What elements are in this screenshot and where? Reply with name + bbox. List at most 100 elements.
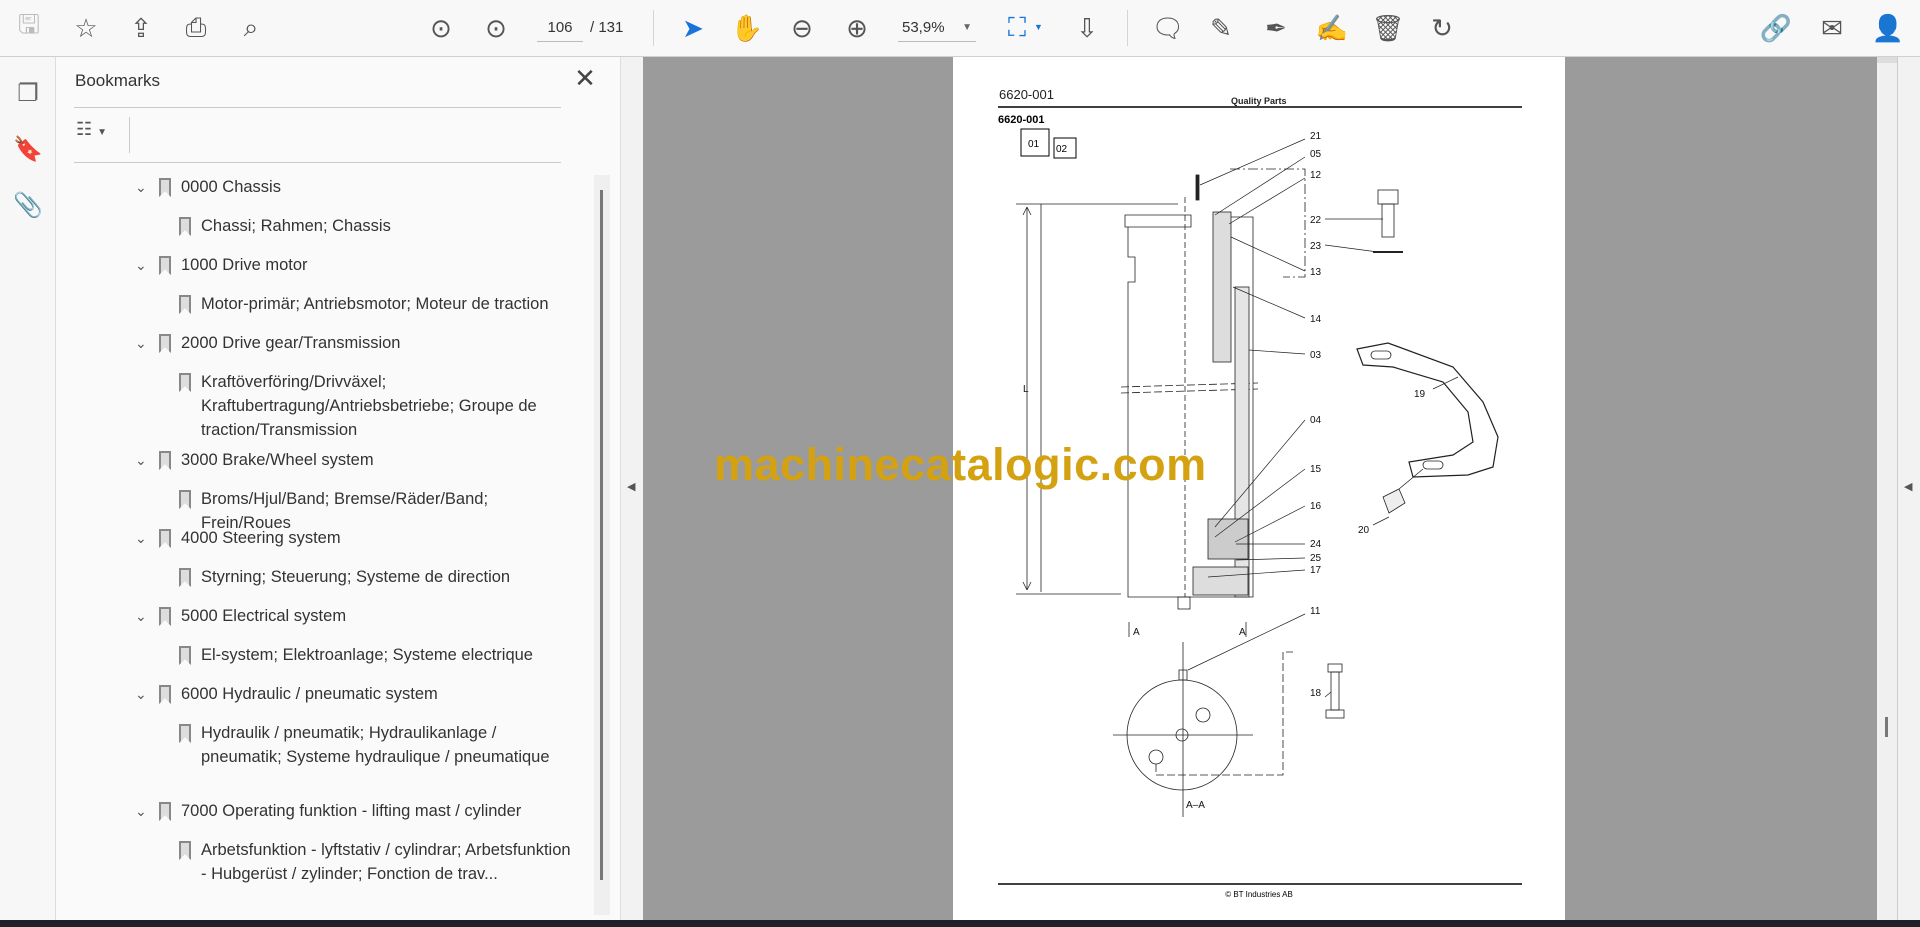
- left-tool-rail: ❐ 🔖 📎: [0, 57, 56, 920]
- bookmark-label: Chassi; Rahmen; Chassis: [201, 217, 391, 235]
- part-label: 20: [1358, 525, 1370, 536]
- close-icon[interactable]: ✕: [570, 63, 600, 94]
- bookmark-section[interactable]: ⌄ 0000 Chassis: [135, 175, 576, 199]
- attachment-icon[interactable]: 📎: [12, 189, 44, 221]
- bookmark-icon: [159, 607, 171, 626]
- panel-title: Bookmarks: [75, 71, 161, 90]
- bookmark-section[interactable]: ⌄ 7000 Operating funktion - lifting mast …: [135, 799, 576, 823]
- bookmark-icon: [159, 802, 171, 821]
- pages-icon[interactable]: ❐: [12, 77, 44, 109]
- bookmark-label: 4000 Steering system: [181, 529, 341, 547]
- bookmark-section[interactable]: ⌄ 1000 Drive motor: [135, 253, 576, 277]
- part-label: 11: [1310, 606, 1321, 617]
- delete-icon[interactable]: 🗑: [1371, 11, 1405, 45]
- part-label: 13: [1310, 267, 1322, 278]
- bookmark-label: 6000 Hydraulic / pneumatic system: [181, 685, 438, 703]
- bookmark-list: ⌄ 0000 Chassis Chassi; Rahmen; Chassis ⌄ 100…: [56, 175, 596, 915]
- chevron-down-icon[interactable]: ⌄: [135, 799, 151, 823]
- chevron-down-icon[interactable]: ⌄: [135, 604, 151, 628]
- scrollbar-thumb[interactable]: [1885, 717, 1888, 737]
- bookmark-icon: [179, 724, 191, 743]
- toolbar: 🖫 ☆ ⇪ ⎙ ⌕ ⊙ ⊙ / 131 ➤ ✋ ⊖ ⊕ 53,9% ▼ ⛶ ▼ ⇩…: [0, 0, 1920, 57]
- sign-icon[interactable]: ✒: [1259, 11, 1293, 45]
- box-label: 01: [1028, 139, 1040, 150]
- header-code: 6620-001: [999, 87, 1054, 102]
- chevron-down-icon[interactable]: ▼: [1034, 22, 1043, 32]
- share-link-icon[interactable]: 🔗: [1759, 11, 1793, 45]
- bookmark-section[interactable]: ⌄ 2000 Drive gear/Transmission: [135, 331, 576, 355]
- comment-icon[interactable]: 🗨: [1151, 11, 1185, 45]
- scroll-mode-icon[interactable]: ⇩: [1070, 11, 1104, 45]
- chevron-down-icon[interactable]: ⌄: [135, 448, 151, 472]
- collapse-arrow-icon[interactable]: ◀: [627, 480, 635, 493]
- part-label: 23: [1310, 241, 1322, 252]
- bookmark-icon: [179, 646, 191, 665]
- chevron-down-icon[interactable]: ⌄: [135, 253, 151, 277]
- section-mark: A: [1133, 627, 1140, 638]
- part-label: 19: [1414, 389, 1426, 400]
- bookmark-icon: [159, 685, 171, 704]
- bookmarks-icon[interactable]: 🔖: [12, 133, 44, 165]
- divider: [653, 10, 654, 46]
- bookmark-item[interactable]: Arbetsfunktion - lyftstativ / cylindrar;…: [179, 838, 576, 886]
- bookmark-item[interactable]: Kraftöverföring/Drivväxel; Kraftubertrag…: [179, 370, 576, 442]
- right-pane-toggle[interactable]: ◀: [1898, 57, 1920, 920]
- zoom-in-icon[interactable]: ⊕: [840, 11, 874, 45]
- bookmark-item[interactable]: Styrning; Steuerung; Systeme de directio…: [179, 565, 576, 589]
- part-label: 17: [1310, 565, 1322, 576]
- zoom-value: 53,9%: [902, 19, 945, 36]
- chevron-down-icon[interactable]: ⌄: [135, 175, 151, 199]
- bookmark-item[interactable]: Motor-primär; Antriebsmotor; Moteur de t…: [179, 292, 576, 316]
- bookmark-section[interactable]: ⌄ 3000 Brake/Wheel system: [135, 448, 576, 472]
- cylinder-drawing: [1016, 168, 1499, 817]
- part-label: 21: [1310, 131, 1322, 142]
- divider: [129, 117, 130, 153]
- chevron-down-icon[interactable]: ⌄: [135, 331, 151, 355]
- bookmark-icon: [159, 334, 171, 353]
- header-title: Quality Parts: [1231, 96, 1287, 106]
- part-label: 03: [1310, 350, 1322, 361]
- bookmark-item[interactable]: Hydraulik / pneumatik; Hydraulikanlage /…: [179, 721, 576, 769]
- part-label: 15: [1310, 464, 1322, 475]
- save-icon[interactable]: 🖫: [12, 9, 46, 45]
- next-page-icon[interactable]: ⊙: [479, 11, 513, 45]
- bookmark-label: 0000 Chassis: [181, 178, 281, 196]
- part-label: 16: [1310, 501, 1322, 512]
- bookmark-item[interactable]: Chassi; Rahmen; Chassis: [179, 214, 576, 238]
- zoom-out-icon[interactable]: ⊖: [785, 11, 819, 45]
- fit-page-icon[interactable]: ⛶: [1000, 11, 1034, 45]
- add-user-icon[interactable]: 👤: [1871, 11, 1905, 45]
- os-taskbar: [0, 920, 1920, 927]
- highlight-icon[interactable]: ✎: [1204, 11, 1238, 45]
- print-icon[interactable]: ⎙: [179, 11, 213, 45]
- cloud-upload-icon[interactable]: ⇪: [124, 11, 158, 45]
- expand-arrow-icon[interactable]: ◀: [1904, 480, 1912, 493]
- fill-sign-icon[interactable]: ✍: [1315, 11, 1349, 45]
- collapse-panel-strip[interactable]: ◀: [620, 57, 643, 920]
- email-icon[interactable]: ✉: [1815, 11, 1849, 45]
- vertical-scrollbar[interactable]: [1877, 57, 1898, 920]
- bookmark-label: Kraftöverföring/Drivväxel; Kraftubertrag…: [201, 373, 537, 439]
- hand-icon[interactable]: ✋: [730, 11, 764, 45]
- chevron-down-icon[interactable]: ⌄: [135, 682, 151, 706]
- bookmark-section[interactable]: ⌄ 4000 Steering system: [135, 526, 576, 550]
- scroll-up-button[interactable]: [1877, 57, 1897, 63]
- divider: [1127, 10, 1128, 46]
- bookmark-options-button[interactable]: ☷ ▼: [76, 119, 107, 140]
- zoom-select[interactable]: 53,9% ▼: [898, 14, 976, 42]
- previous-page-icon[interactable]: ⊙: [424, 11, 458, 45]
- page-number-input[interactable]: [537, 14, 583, 42]
- find-icon[interactable]: ⌕: [234, 11, 268, 45]
- panel-scrollbar-thumb[interactable]: [600, 190, 603, 880]
- bookmark-star-icon[interactable]: ☆: [69, 11, 103, 45]
- bookmark-label: El-system; Elektroanlage; Systeme electr…: [201, 646, 533, 664]
- document-viewer[interactable]: 6620-001 Quality Parts 6620-001 01 02 21…: [643, 57, 1877, 920]
- bookmark-section[interactable]: ⌄ 6000 Hydraulic / pneumatic system: [135, 682, 576, 706]
- part-label: 04: [1310, 415, 1322, 426]
- bookmark-item[interactable]: El-system; Elektroanlage; Systeme electr…: [179, 643, 576, 667]
- select-cursor-icon[interactable]: ➤: [676, 11, 710, 45]
- bookmark-section[interactable]: ⌄ 5000 Electrical system: [135, 604, 576, 628]
- chevron-down-icon[interactable]: ⌄: [135, 526, 151, 550]
- part-label: 12: [1310, 170, 1322, 181]
- rotate-icon[interactable]: ↻: [1425, 11, 1459, 45]
